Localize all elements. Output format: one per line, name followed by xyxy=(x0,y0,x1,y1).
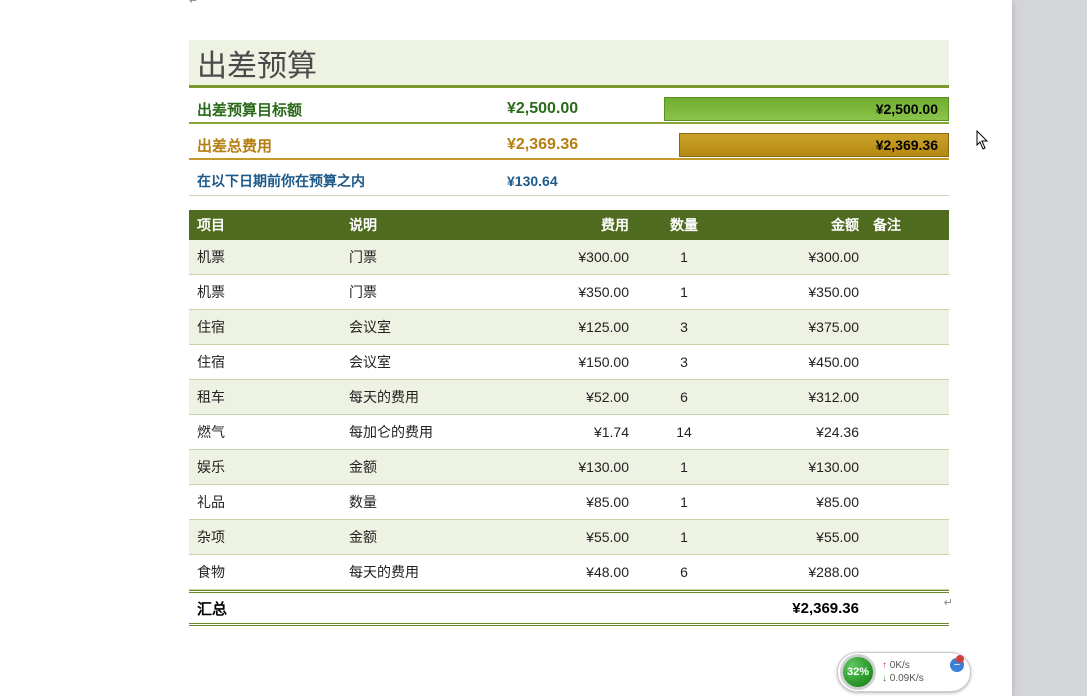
footer-label: 汇总 xyxy=(189,598,349,619)
cell-amount: ¥55.00 xyxy=(719,529,869,545)
cell-amount: ¥350.00 xyxy=(719,284,869,300)
status-label: 在以下日期前你在预算之内 xyxy=(197,171,507,191)
net-upload: 0K/s xyxy=(882,659,950,672)
cell-cost: ¥1.74 xyxy=(519,424,649,440)
cell-desc: 金额 xyxy=(349,457,519,477)
target-amount: ¥2,500.00 xyxy=(507,100,647,118)
network-widget[interactable]: 32% 0K/s 0.09K/s − xyxy=(837,652,971,692)
net-percent: 32% xyxy=(847,666,869,678)
cell-item: 燃气 xyxy=(189,422,349,442)
cell-amount: ¥288.00 xyxy=(719,564,869,580)
table-row: 住宿会议室¥150.003¥450.00 xyxy=(189,345,949,380)
cell-amount: ¥24.36 xyxy=(719,424,869,440)
total-row: 出差总费用 ¥2,369.36 ¥2,369.36 xyxy=(189,132,949,160)
cell-item: 住宿 xyxy=(189,317,349,337)
total-label: 出差总费用 xyxy=(197,135,507,156)
cell-qty: 1 xyxy=(649,529,719,545)
target-label: 出差预算目标额 xyxy=(197,99,507,120)
cell-cost: ¥150.00 xyxy=(519,354,649,370)
cell-cost: ¥55.00 xyxy=(519,529,649,545)
close-icon[interactable] xyxy=(956,655,964,663)
cell-item: 机票 xyxy=(189,282,349,302)
cell-amount: ¥300.00 xyxy=(719,249,869,265)
target-bar-cell: ¥2,500.00 xyxy=(647,97,949,121)
table-row: 食物每天的费用¥48.006¥288.00 xyxy=(189,555,949,590)
total-amount: ¥2,369.36 xyxy=(507,136,647,154)
col-qty: 数量 xyxy=(649,215,719,235)
table-row: 机票门票¥300.001¥300.00 xyxy=(189,240,949,275)
cell-desc: 每天的费用 xyxy=(349,387,519,407)
table-footer: 汇总 ¥2,369.36 xyxy=(189,590,949,626)
col-note: 备注 xyxy=(869,215,949,235)
cell-amount: ¥450.00 xyxy=(719,354,869,370)
cell-qty: 1 xyxy=(649,249,719,265)
cell-item: 杂项 xyxy=(189,527,349,547)
cell-item: 住宿 xyxy=(189,352,349,372)
cell-item: 食物 xyxy=(189,562,349,582)
expense-table: 项目 说明 费用 数量 金额 备注 机票门票¥300.001¥300.00机票门… xyxy=(189,210,949,626)
cell-cost: ¥130.00 xyxy=(519,459,649,475)
document-page: ↵ 出差预算 出差预算目标额 ¥2,500.00 ¥2,500.00 出差总费用… xyxy=(0,0,1012,696)
net-download: 0.09K/s xyxy=(882,672,950,685)
col-item: 项目 xyxy=(189,215,349,235)
table-row: 租车每天的费用¥52.006¥312.00 xyxy=(189,380,949,415)
cell-item: 机票 xyxy=(189,247,349,267)
table-header: 项目 说明 费用 数量 金额 备注 xyxy=(189,210,949,240)
cell-qty: 1 xyxy=(649,284,719,300)
cell-cost: ¥52.00 xyxy=(519,389,649,405)
col-amount: 金额 xyxy=(719,215,869,235)
cell-qty: 6 xyxy=(649,564,719,580)
total-bar-cell: ¥2,369.36 xyxy=(647,133,949,157)
net-percent-circle[interactable]: 32% xyxy=(840,654,876,690)
table-row: 住宿会议室¥125.003¥375.00 xyxy=(189,310,949,345)
footer-amount: ¥2,369.36 xyxy=(719,600,869,617)
status-row: 在以下日期前你在预算之内 ¥130.64 xyxy=(189,166,949,196)
cell-desc: 会议室 xyxy=(349,317,519,337)
cell-qty: 1 xyxy=(649,494,719,510)
cell-desc: 门票 xyxy=(349,247,519,267)
cell-amount: ¥130.00 xyxy=(719,459,869,475)
cell-cost: ¥85.00 xyxy=(519,494,649,510)
target-bar: ¥2,500.00 xyxy=(664,97,949,121)
title-band: 出差预算 xyxy=(189,40,949,88)
page-title: 出差预算 xyxy=(197,41,317,85)
cell-qty: 3 xyxy=(649,319,719,335)
table-row: 娱乐金额¥130.001¥130.00 xyxy=(189,450,949,485)
cell-cost: ¥350.00 xyxy=(519,284,649,300)
cell-item: 租车 xyxy=(189,387,349,407)
cell-item: 礼品 xyxy=(189,492,349,512)
cell-qty: 6 xyxy=(649,389,719,405)
table-row: 燃气每加仑的费用¥1.7414¥24.36 xyxy=(189,415,949,450)
target-row: 出差预算目标额 ¥2,500.00 ¥2,500.00 xyxy=(189,96,949,124)
cell-desc: 门票 xyxy=(349,282,519,302)
table-row: 礼品数量¥85.001¥85.00 xyxy=(189,485,949,520)
cell-cost: ¥300.00 xyxy=(519,249,649,265)
cell-desc: 每加仑的费用 xyxy=(349,422,519,442)
cell-qty: 3 xyxy=(649,354,719,370)
cell-desc: 金额 xyxy=(349,527,519,547)
cell-desc: 会议室 xyxy=(349,352,519,372)
cell-cost: ¥125.00 xyxy=(519,319,649,335)
table-row: 机票门票¥350.001¥350.00 xyxy=(189,275,949,310)
cell-cost: ¥48.00 xyxy=(519,564,649,580)
table-row: 杂项金额¥55.001¥55.00 xyxy=(189,520,949,555)
cell-amount: ¥85.00 xyxy=(719,494,869,510)
col-cost: 费用 xyxy=(519,215,649,235)
cell-amount: ¥312.00 xyxy=(719,389,869,405)
cell-qty: 1 xyxy=(649,459,719,475)
cell-qty: 14 xyxy=(649,424,719,440)
paragraph-mark-icon: ↵ xyxy=(944,596,953,609)
col-desc: 说明 xyxy=(349,215,519,235)
total-bar: ¥2,369.36 xyxy=(679,133,949,157)
budget-content: 出差预算 出差预算目标额 ¥2,500.00 ¥2,500.00 出差总费用 ¥… xyxy=(189,0,949,626)
target-bar-value: ¥2,500.00 xyxy=(876,101,938,117)
total-bar-value: ¥2,369.36 xyxy=(876,137,938,153)
cell-desc: 每天的费用 xyxy=(349,562,519,582)
net-stats: 0K/s 0.09K/s xyxy=(876,659,950,685)
table-body: 机票门票¥300.001¥300.00机票门票¥350.001¥350.00住宿… xyxy=(189,240,949,590)
status-amount: ¥130.64 xyxy=(507,173,558,189)
cell-desc: 数量 xyxy=(349,492,519,512)
cell-amount: ¥375.00 xyxy=(719,319,869,335)
cell-item: 娱乐 xyxy=(189,457,349,477)
